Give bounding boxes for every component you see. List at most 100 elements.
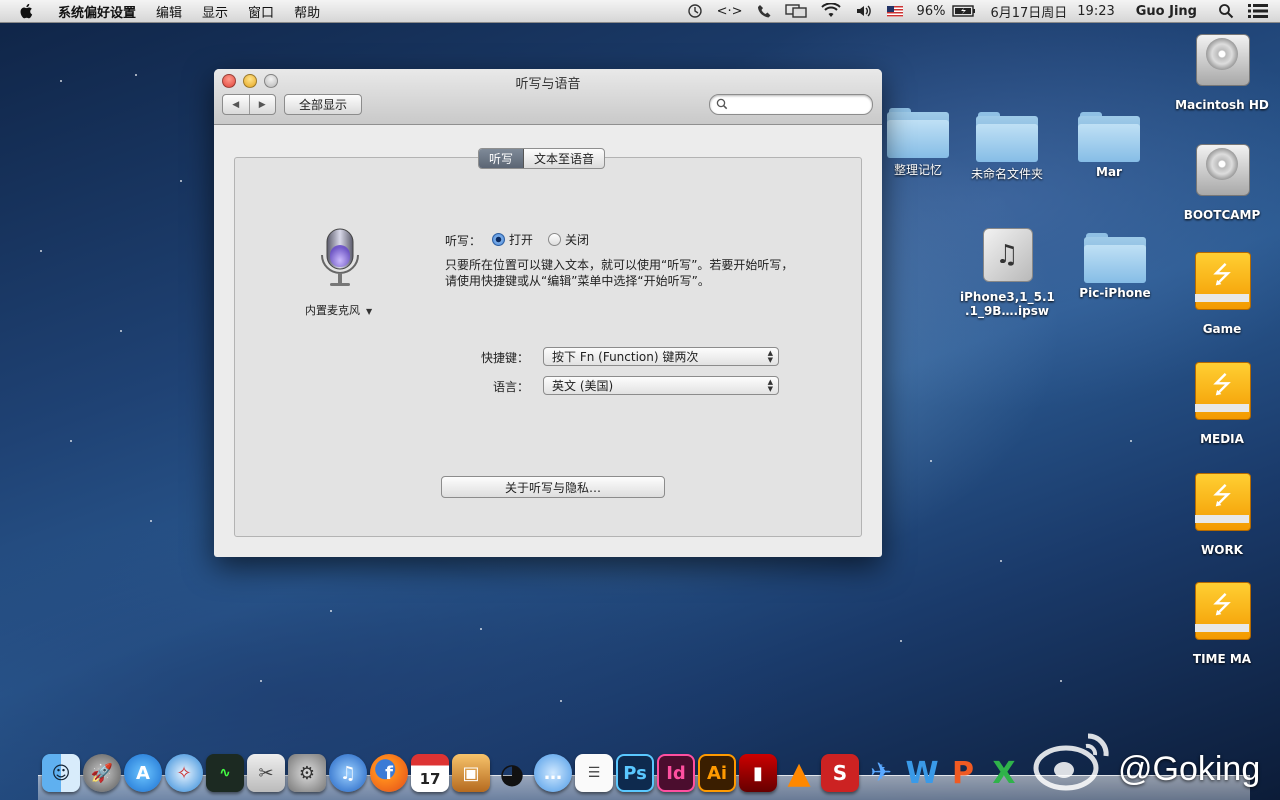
shortcut-label: 快捷键：: [480, 351, 529, 365]
itunes-icon[interactable]: ♫: [329, 754, 367, 792]
shortcut-value: 按下 Fn (Function) 键两次: [552, 350, 699, 364]
finder-icon[interactable]: ☺: [42, 754, 80, 792]
desktop-folder[interactable]: Mar: [1069, 112, 1149, 179]
popup-arrows-icon: ▲ ▼: [767, 349, 773, 364]
ipsw-label-line2: .1_9B….ipsw: [965, 304, 1049, 318]
notes-icon[interactable]: ☰: [575, 754, 613, 792]
qq-icon[interactable]: ◕: [493, 754, 531, 792]
usb-drive-icon: ⭍: [1195, 250, 1251, 310]
folder-label: 未命名文件夹: [970, 167, 1043, 181]
clock-time[interactable]: 19:23: [1077, 4, 1114, 19]
microphone-icon: [321, 228, 359, 286]
photo-booth-icon[interactable]: ▮: [739, 754, 777, 792]
system-preferences-icon[interactable]: ⚙: [288, 754, 326, 792]
search-input[interactable]: [732, 96, 866, 114]
radio-unselected-icon: [548, 233, 561, 246]
menu-help[interactable]: 帮助: [284, 2, 330, 21]
dictation-label: 听写：: [445, 234, 482, 248]
tab-text-to-speech[interactable]: 文本至语音: [524, 149, 604, 168]
xcode-icon[interactable]: ✈: [862, 754, 900, 792]
folder-icon: [976, 112, 1038, 162]
drive-label: BOOTCAMP: [1183, 208, 1261, 222]
powerpoint-icon[interactable]: P: [944, 754, 982, 792]
microphone-label: 内置麦克风: [305, 304, 360, 317]
activity-monitor-icon[interactable]: ∿: [206, 754, 244, 792]
illustrator-icon[interactable]: Ai: [698, 754, 736, 792]
about-dictation-privacy-button[interactable]: 关于听写与隐私…: [441, 476, 665, 498]
ipsw-file-icon: ♫: [979, 226, 1035, 282]
time-machine-icon[interactable]: [687, 3, 703, 19]
firefox-icon[interactable]: f: [370, 754, 408, 792]
tab-dictation[interactable]: 听写: [479, 149, 525, 168]
apple-menu-icon[interactable]: [18, 2, 36, 20]
desktop-ipsw-file[interactable]: ♫ iPhone3,1_5.1 .1_9B….ipsw: [960, 226, 1055, 318]
folder-label: 整理记忆: [893, 163, 942, 177]
iphoto-icon[interactable]: ▣: [452, 754, 490, 792]
messages-icon[interactable]: …: [534, 754, 572, 792]
desktop-usb-media[interactable]: ⭍ MEDIA: [1182, 360, 1262, 446]
wifi-icon[interactable]: [820, 3, 841, 19]
radio-off-label: 关闭: [565, 233, 590, 247]
usb-drive-icon: ⭍: [1195, 360, 1251, 420]
app-store-icon[interactable]: A: [124, 754, 162, 792]
language-popup[interactable]: 英文 (美国) ▲ ▼: [543, 376, 779, 395]
battery-icon[interactable]: [952, 5, 976, 17]
radio-dictation-on[interactable]: 打开: [492, 231, 533, 248]
desktop-drive-macintosh-hd[interactable]: Macintosh HD: [1172, 30, 1272, 112]
back-arrow-icon[interactable]: ◀: [223, 95, 250, 114]
usb-label: TIME MA: [1192, 652, 1252, 666]
preview-icon[interactable]: ✂: [247, 754, 285, 792]
menu-app-name[interactable]: 系统偏好设置: [48, 2, 146, 21]
usb-drive-icon: ⭍: [1195, 580, 1251, 640]
phone-icon[interactable]: [757, 4, 771, 18]
excel-icon[interactable]: X: [985, 754, 1023, 792]
safari-icon[interactable]: ✧: [165, 754, 203, 792]
usb-label: Game: [1202, 322, 1242, 336]
desktop-folder[interactable]: Pic-iPhone: [1070, 233, 1160, 300]
radio-on-label: 打开: [509, 233, 534, 247]
shortcut-popup[interactable]: 按下 Fn (Function) 键两次 ▲ ▼: [543, 347, 779, 366]
battery-percent[interactable]: 96%: [917, 4, 946, 19]
menu-bar: 系统偏好设置 编辑 显示 窗口 帮助 <·> 96% 6月17日周日 19:23…: [0, 0, 1280, 23]
forward-arrow-icon[interactable]: ▶: [250, 95, 276, 114]
volume-icon[interactable]: [855, 3, 873, 19]
menu-edit[interactable]: 编辑: [146, 2, 192, 21]
photoshop-icon[interactable]: Ps: [616, 754, 654, 792]
display-mirror-icon[interactable]: [784, 3, 807, 19]
sbp-icon[interactable]: S: [821, 754, 859, 792]
folder-icon: [887, 108, 949, 158]
tab-bar: 听写 文本至语音: [478, 148, 606, 169]
desktop-folder[interactable]: 整理记忆: [878, 108, 958, 178]
word-icon[interactable]: W: [903, 754, 941, 792]
show-all-button[interactable]: 全部显示: [284, 94, 362, 115]
menu-window[interactable]: 窗口: [238, 2, 284, 21]
search-field[interactable]: [709, 94, 873, 115]
radio-dictation-off[interactable]: 关闭: [548, 231, 589, 248]
drive-label: Macintosh HD: [1175, 98, 1269, 112]
desktop-usb-work[interactable]: ⭍ WORK: [1182, 471, 1262, 557]
clock-date[interactable]: 6月17日周日: [990, 2, 1067, 21]
window-toolbar: 听写与语音 ◀ ▶ 全部显示: [214, 69, 882, 125]
usb-label: WORK: [1201, 543, 1243, 557]
hard-drive-icon: [1194, 140, 1250, 198]
desktop-folder[interactable]: 未命名文件夹: [962, 112, 1052, 182]
user-name[interactable]: Guo Jing: [1136, 4, 1197, 19]
desktop-usb-time-machine[interactable]: ⭍ TIME MA: [1182, 580, 1262, 666]
vlc-icon[interactable]: ▲: [780, 754, 818, 792]
notification-center-icon[interactable]: [1248, 4, 1268, 18]
launchpad-icon[interactable]: 🚀: [83, 754, 121, 792]
language-label: 语言：: [492, 380, 529, 394]
desktop-drive-bootcamp[interactable]: BOOTCAMP: [1172, 140, 1272, 222]
window-title: 听写与语音: [515, 77, 581, 92]
menu-view[interactable]: 显示: [192, 2, 238, 21]
input-source-flag-icon[interactable]: [886, 5, 903, 17]
ipsw-label: iPhone3,1_5.1: [960, 290, 1055, 304]
calendar-icon[interactable]: 17: [411, 754, 449, 792]
folder-icon: [1084, 233, 1146, 283]
spotlight-icon[interactable]: [1218, 3, 1234, 19]
dropdown-triangle-icon: ▼: [366, 307, 373, 316]
desktop-usb-game[interactable]: ⭍ Game: [1182, 250, 1262, 336]
indesign-icon[interactable]: Id: [657, 754, 695, 792]
code-brackets-icon[interactable]: <·>: [717, 4, 743, 19]
microphone-selector[interactable]: 内置麦克风 ▼: [305, 302, 372, 318]
